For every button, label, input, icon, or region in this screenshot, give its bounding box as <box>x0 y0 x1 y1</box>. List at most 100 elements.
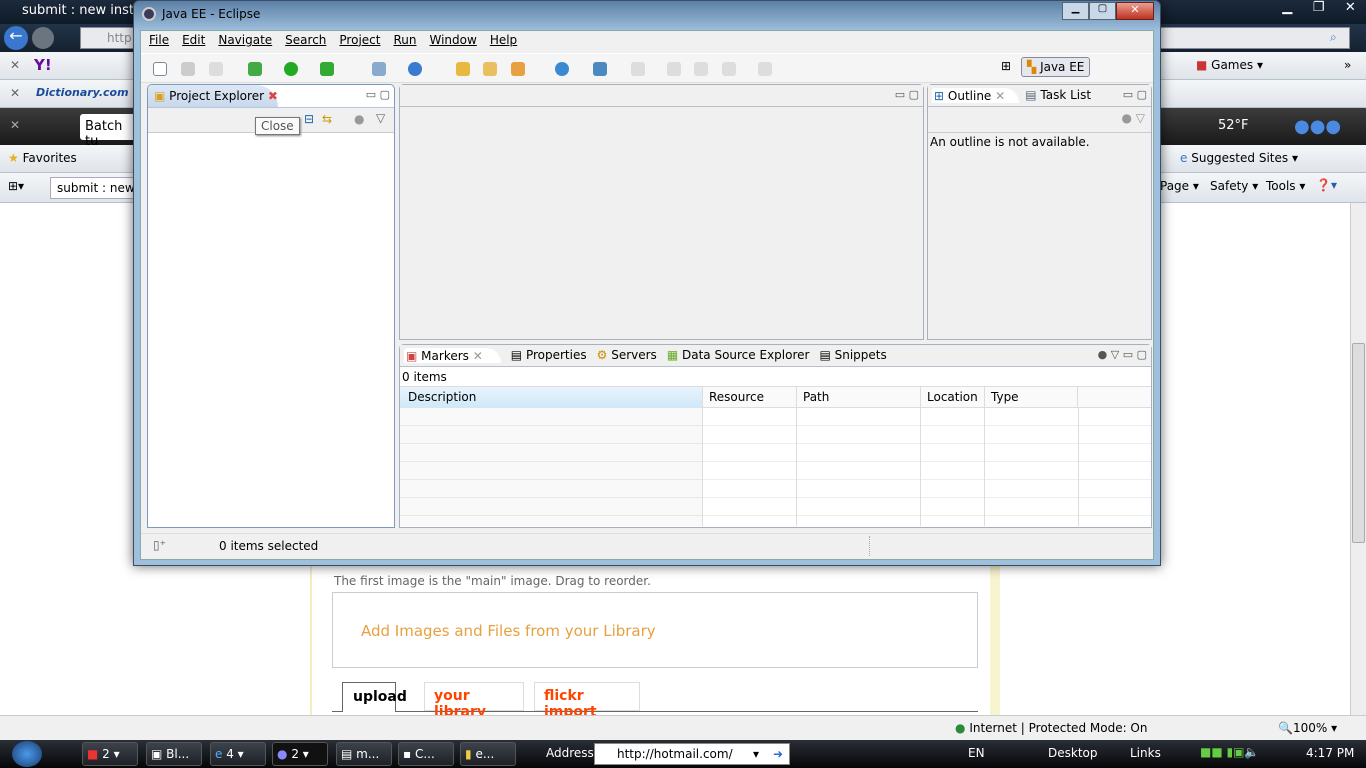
close-tab-icon[interactable]: ✖ <box>268 89 278 103</box>
back-icon[interactable] <box>722 62 737 76</box>
save-icon[interactable] <box>180 62 195 76</box>
tab-data-source-explorer[interactable]: ▦ Data Source Explorer <box>667 348 810 363</box>
view-menu-icon[interactable]: ● ▽ <box>1121 111 1145 125</box>
fast-view-icon[interactable]: ▯⁺ <box>153 538 166 552</box>
col-resource[interactable]: Resource <box>702 387 770 408</box>
menu-search[interactable]: Search <box>285 33 326 47</box>
msn-icons[interactable]: ●●● <box>1294 116 1341 137</box>
taskbar-acrobat[interactable]: ■ 2 ▾ <box>82 742 138 766</box>
col-type[interactable]: Type <box>984 387 1078 408</box>
debug-icon[interactable] <box>248 62 263 76</box>
search-icon[interactable]: ⌕ <box>1330 30 1337 45</box>
open-resource-icon[interactable] <box>483 62 498 76</box>
menu-edit[interactable]: Edit <box>182 33 205 47</box>
view-menu-icon[interactable]: ▽ <box>376 111 385 125</box>
forward-button[interactable] <box>32 27 54 49</box>
safety-menu[interactable]: Safety ▾ <box>1210 179 1258 193</box>
start-button[interactable] <box>12 741 42 767</box>
desktop-toolbar[interactable]: Desktop <box>1048 746 1098 760</box>
quick-tabs-icon[interactable]: ⊞▾ <box>8 179 24 193</box>
close-tab-icon[interactable]: ✕ <box>995 89 1005 103</box>
favorites-button[interactable]: ★ Favorites <box>8 151 77 165</box>
taskbar-cmd[interactable]: ▪ C... <box>398 742 454 766</box>
page-scrollbar[interactable] <box>1350 203 1366 715</box>
taskbar-explorer[interactable]: ▮ e... <box>460 742 516 766</box>
menu-run[interactable]: Run <box>393 33 416 47</box>
open-type-icon[interactable] <box>455 62 470 76</box>
run-server-icon[interactable] <box>320 62 335 76</box>
tab-snippets[interactable]: ▤ Snippets <box>819 348 886 363</box>
new-icon[interactable] <box>153 62 167 76</box>
games-button[interactable]: ■ Games ▾ <box>1196 58 1263 72</box>
menu-file[interactable]: File <box>149 33 169 47</box>
col-description[interactable]: Description <box>400 387 702 408</box>
print-icon[interactable] <box>208 62 223 76</box>
link-editor-icon[interactable]: ⇆ <box>322 112 332 126</box>
restore-button[interactable]: ❐ <box>1313 0 1325 15</box>
outline-minmax[interactable]: ▭ ▢ <box>1123 88 1147 101</box>
close-tab-icon[interactable]: ✕ <box>473 349 483 363</box>
forward-icon[interactable] <box>758 62 773 76</box>
more-icon[interactable]: » <box>1344 58 1351 72</box>
next-annotation-icon[interactable] <box>630 62 645 76</box>
last-edit-icon[interactable] <box>694 62 709 76</box>
tab-task-list[interactable]: ▤ Task List <box>1025 88 1091 103</box>
col-location[interactable]: Location <box>920 387 984 408</box>
msn-search-input[interactable]: Batch tu <box>80 114 140 149</box>
language-indicator[interactable]: EN <box>968 746 985 760</box>
zoom-control[interactable]: 🔍100% ▾ <box>1278 721 1337 735</box>
tab-markers[interactable]: ▣ Markers ✕ <box>404 348 501 363</box>
tab-outline[interactable]: ⊞ Outline ✕ <box>932 88 1020 103</box>
collapse-all-icon[interactable]: ⊟ <box>304 112 314 126</box>
library-link[interactable]: Add Images and Files from your Library <box>361 622 656 640</box>
new-web-service-icon[interactable] <box>407 62 422 76</box>
tab-servers[interactable]: ⚙ Servers <box>597 348 657 363</box>
view-minmax[interactable]: ▭ ▢ <box>366 88 390 101</box>
run-icon[interactable] <box>284 62 299 76</box>
menu-navigate[interactable]: Navigate <box>218 33 272 47</box>
close-toolbar-icon[interactable]: ✕ <box>10 58 20 72</box>
close-toolbar-icon[interactable]: ✕ <box>10 118 20 132</box>
open-perspective-icon[interactable]: ⊞ <box>1001 59 1011 73</box>
tray-icons[interactable]: ■■ ▮▣🔈 <box>1200 745 1259 759</box>
help-icon[interactable]: ❓▾ <box>1316 178 1337 192</box>
close-button[interactable]: ✕ <box>1345 0 1356 15</box>
new-server-icon[interactable] <box>371 62 386 76</box>
menu-project[interactable]: Project <box>339 33 380 47</box>
minimize-button[interactable]: ▁ <box>1282 0 1292 15</box>
editor-minmax[interactable]: ▭ ▢ <box>895 88 919 101</box>
perspective-java-ee[interactable]: ▚ Java EE <box>1021 57 1091 77</box>
search-tool-icon[interactable] <box>511 62 526 76</box>
zone-status[interactable]: ● Internet | Protected Mode: On <box>955 721 1147 735</box>
suggested-sites[interactable]: e Suggested Sites ▾ <box>1180 151 1298 165</box>
taskbar-address-input[interactable]: http://hotmail.com/▾ ➜ <box>594 743 790 765</box>
tab-project-explorer[interactable]: ▣ Project Explorer ✖ <box>148 85 278 107</box>
maximize-button[interactable]: ▢ <box>1089 2 1116 20</box>
previous-annotation-icon[interactable] <box>666 62 681 76</box>
tab-upload[interactable]: upload <box>342 682 407 712</box>
back-button[interactable]: ← <box>4 26 28 50</box>
menu-window[interactable]: Window <box>429 33 476 47</box>
library-dropzone[interactable]: Add Images and Files from your Library <box>332 592 978 668</box>
browser-tab[interactable]: submit : new <box>50 177 140 199</box>
internet-icon[interactable] <box>555 62 570 76</box>
markers-minmax[interactable]: ● ▽ ▭ ▢ <box>1098 348 1147 361</box>
deploy-icon[interactable] <box>592 62 607 76</box>
close-toolbar-icon[interactable]: ✕ <box>10 86 20 100</box>
links-toolbar[interactable]: Links <box>1130 746 1161 760</box>
filter-icon[interactable]: ● <box>354 112 364 126</box>
minimize-button[interactable]: ▁ <box>1062 2 1089 20</box>
taskbar-ie[interactable]: e 4 ▾ <box>210 742 266 766</box>
taskbar-eclipse[interactable]: ● 2 ▾ <box>272 742 328 766</box>
taskbar-notepad[interactable]: ▤ m... <box>336 742 392 766</box>
tools-menu[interactable]: Tools ▾ <box>1266 179 1305 193</box>
tab-your-library[interactable]: your library <box>424 682 524 720</box>
col-path[interactable]: Path <box>796 387 835 408</box>
menu-help[interactable]: Help <box>490 33 517 47</box>
taskbar-blog[interactable]: ▣ Bl... <box>146 742 202 766</box>
close-button[interactable]: ✕ <box>1116 2 1154 20</box>
tab-flickr-import[interactable]: flickr import <box>534 682 640 720</box>
tab-properties[interactable]: ▤ Properties <box>511 348 587 363</box>
page-menu[interactable]: Page ▾ <box>1160 179 1199 193</box>
clock[interactable]: 4:17 PM <box>1306 746 1354 760</box>
